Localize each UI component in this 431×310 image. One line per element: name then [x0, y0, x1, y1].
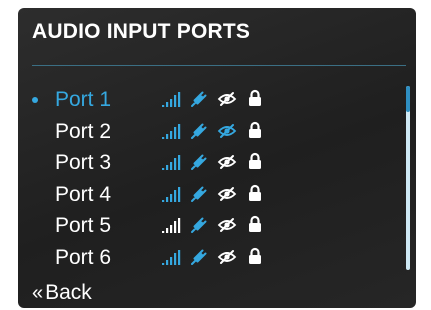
- eye-hidden-icon: [217, 124, 237, 138]
- port-label: Port 6: [55, 246, 112, 269]
- lock-icon: [249, 121, 261, 138]
- plug-icon: [191, 91, 207, 107]
- port-row[interactable]: Port 6: [18, 244, 398, 272]
- eye-hidden-icon: [217, 92, 237, 106]
- signal-bars-icon: [162, 250, 181, 265]
- plug-icon: [191, 123, 207, 139]
- signal-bars-icon: [162, 187, 181, 202]
- plug-icon: [191, 186, 207, 202]
- back-button[interactable]: «Back: [32, 280, 92, 306]
- page-title: AUDIO INPUT PORTS: [32, 20, 251, 43]
- eye-hidden-icon: [217, 250, 237, 264]
- lock-icon: [249, 247, 261, 264]
- port-label: Port 2: [55, 120, 112, 143]
- port-row[interactable]: Port 5: [18, 212, 398, 240]
- scrollbar-thumb[interactable]: [406, 86, 410, 112]
- eye-hidden-icon: [217, 155, 237, 169]
- lock-icon: [249, 89, 261, 106]
- lock-icon: [249, 215, 261, 232]
- port-list: Port 1 Port 2 Port 3 Port 4 Port 5 Port 6: [18, 86, 408, 276]
- signal-bars-icon: [162, 124, 181, 139]
- scrollbar[interactable]: [406, 86, 410, 270]
- port-label: Port 3: [55, 151, 112, 174]
- port-row[interactable]: Port 3: [18, 149, 398, 177]
- port-row[interactable]: Port 4: [18, 181, 398, 209]
- eye-hidden-icon: [217, 218, 237, 232]
- title-divider: [32, 65, 406, 66]
- eye-hidden-icon: [217, 187, 237, 201]
- plug-icon: [191, 217, 207, 233]
- signal-bars-icon: [162, 92, 181, 107]
- selection-indicator: [32, 97, 38, 103]
- signal-bars-icon: [162, 218, 181, 233]
- double-chevron-left-icon: «: [32, 282, 44, 304]
- port-label: Port 1: [55, 88, 112, 111]
- plug-icon: [191, 249, 207, 265]
- audio-input-ports-screen: AUDIO INPUT PORTS Port 1 Port 2 Port 3 Port…: [18, 8, 416, 308]
- port-row[interactable]: Port 2: [18, 118, 398, 146]
- back-label: Back: [45, 281, 92, 304]
- plug-icon: [191, 154, 207, 170]
- port-label: Port 5: [55, 214, 112, 237]
- port-row[interactable]: Port 1: [18, 86, 398, 114]
- lock-icon: [249, 152, 261, 169]
- signal-bars-icon: [162, 155, 181, 170]
- port-label: Port 4: [55, 183, 112, 206]
- lock-icon: [249, 184, 261, 201]
